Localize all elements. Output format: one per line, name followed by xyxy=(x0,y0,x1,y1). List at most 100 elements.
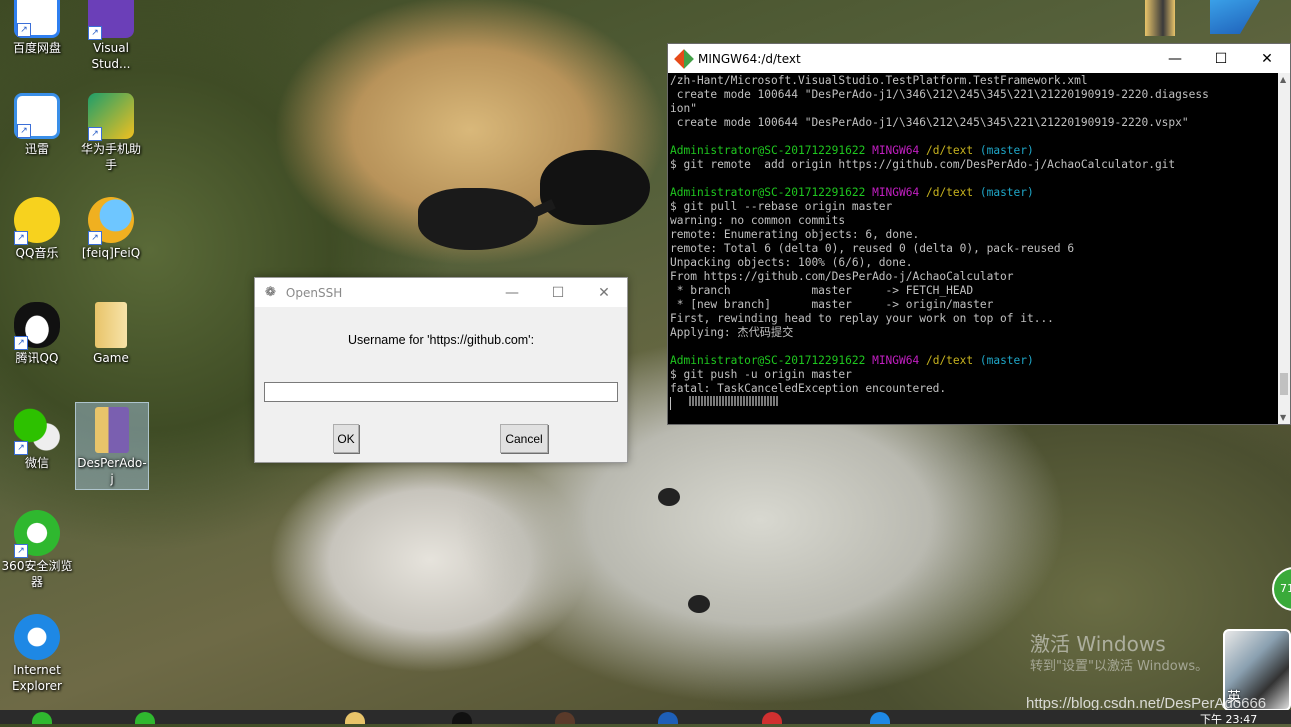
wallpaper-detail xyxy=(418,188,538,250)
terminal-line: $ git remote add origin https://github.c… xyxy=(670,158,1278,172)
scrollbar-thumb[interactable] xyxy=(1280,373,1288,395)
desktop-icon-game-folder[interactable]: Game xyxy=(75,302,147,366)
openssh-dialog[interactable]: ❁ OpenSSH — ☐ ✕ Username for 'https://gi… xyxy=(254,277,628,463)
terminal-text-segment: Unpacking objects: 100% (6/6), done. xyxy=(670,256,913,269)
close-button[interactable]: ✕ xyxy=(1244,44,1290,73)
folder-icon xyxy=(95,302,127,348)
desktop-icon-wechat[interactable]: ↗ 微信 xyxy=(1,407,73,471)
desktop-icon-visual-studio[interactable]: ↗ Visual Stud... xyxy=(75,0,147,72)
desktop-icon-xunlei[interactable]: ↗ 迅雷 xyxy=(1,93,73,157)
terminal-line: Administrator@SC-201712291622 MINGW64 /d… xyxy=(670,354,1278,368)
terminal-line: From https://github.com/DesPerAdo-j/Acha… xyxy=(670,270,1278,284)
desktop-icon-label: 百度网盘 xyxy=(12,41,61,55)
xunlei-icon: ↗ xyxy=(14,93,60,139)
desktop-icon-baidu-netdisk[interactable]: ↗ 百度网盘 xyxy=(1,0,73,56)
desktop-icon-360-browser[interactable]: ↗ 360安全浏览 器 xyxy=(1,510,73,590)
terminal-text-segment: $ git pull --rebase origin master xyxy=(670,200,893,213)
qq-music-icon: ↗ xyxy=(14,197,60,245)
dialog-title: OpenSSH xyxy=(285,285,343,300)
baidu-netdisk-icon: ↗ xyxy=(14,0,60,38)
wechat-icon: ↗ xyxy=(14,407,60,455)
360-browser-icon: ↗ xyxy=(14,510,60,558)
maximize-button[interactable]: ☐ xyxy=(535,278,581,307)
maximize-button[interactable]: ☐ xyxy=(1198,44,1244,73)
terminal-text-segment: create mode 100644 "DesPerAdo-j1/\346\21… xyxy=(670,116,1189,129)
terminal-cursor-line xyxy=(670,396,1278,410)
terminal-text-segment: MINGW64 xyxy=(872,144,926,157)
terminal-text-segment: $ git push -u origin master xyxy=(670,368,852,381)
folder-icon[interactable] xyxy=(1145,0,1175,36)
terminal-text-segment: fatal: TaskCanceledException encountered… xyxy=(670,382,947,395)
terminal-text-segment: (master) xyxy=(979,354,1034,367)
terminal-line: Applying: 杰代码提交 xyxy=(670,326,1278,340)
terminal-line: * branch master -> FETCH_HEAD xyxy=(670,284,1278,298)
terminal-text-segment: /d/text xyxy=(925,144,980,157)
desktop-icon-label: Visual Stud... xyxy=(91,41,131,71)
scroll-up-arrow-icon[interactable]: ▲ xyxy=(1280,75,1286,84)
username-input[interactable] xyxy=(264,382,618,402)
terminal-text-segment: From https://github.com/DesPerAdo-j/Acha… xyxy=(670,270,1014,283)
terminal-text-segment: warning: no common commits xyxy=(670,214,846,227)
wallpaper-detail xyxy=(688,595,710,613)
desktop-icon-qq[interactable]: ↗ 腾讯QQ xyxy=(1,302,73,366)
scroll-down-arrow-icon[interactable]: ▼ xyxy=(1280,413,1286,422)
vs-solution-icon xyxy=(95,407,129,453)
cancel-button[interactable]: Cancel xyxy=(500,424,548,453)
terminal-text-segment: * [new branch] master -> origin/master xyxy=(670,298,994,311)
terminal-window[interactable]: MINGW64:/d/text — ☐ ✕ /zh-Hant/Microsoft… xyxy=(667,43,1291,425)
desktop-icon-label: 华为手机助 手 xyxy=(80,142,141,172)
terminal-text-segment: (master) xyxy=(979,186,1034,199)
feather-icon: ❁ xyxy=(265,285,276,300)
terminal-line: Administrator@SC-201712291622 MINGW64 /d… xyxy=(670,144,1278,158)
close-button[interactable]: ✕ xyxy=(581,278,627,307)
desktop-icon-label: [feiq]FeiQ xyxy=(81,246,141,260)
terminal-text-segment: * branch master -> FETCH_HEAD xyxy=(670,284,974,297)
terminal-line: /zh-Hant/Microsoft.VisualStudio.TestPlat… xyxy=(670,74,1278,88)
activate-windows-hint: 转到"设置"以激活 Windows。 xyxy=(1030,659,1209,674)
taskbar-clock[interactable]: 下午 23:47 xyxy=(1200,711,1257,727)
terminal-line: First, rewinding head to replay your wor… xyxy=(670,312,1278,326)
dialog-titlebar[interactable]: ❁ OpenSSH — ☐ ✕ xyxy=(255,278,627,307)
terminal-text-segment: Administrator@SC-201712291622 xyxy=(670,354,873,367)
terminal-text-segment: MINGW64 xyxy=(872,354,926,367)
terminal-line: fatal: TaskCanceledException encountered… xyxy=(670,382,1278,396)
minimize-button[interactable]: — xyxy=(1152,44,1198,73)
username-prompt: Username for 'https://github.com': xyxy=(347,333,535,347)
speed-ball-badge[interactable]: 71 xyxy=(1272,567,1291,611)
desktop-icon-desperado-solution[interactable]: DesPerAdo- j xyxy=(75,402,149,490)
desktop-icon-internet-explorer[interactable]: Internet Explorer xyxy=(1,614,73,694)
terminal-text-segment: Applying: 杰代码提交 xyxy=(670,326,794,339)
terminal-titlebar[interactable]: MINGW64:/d/text — ☐ ✕ xyxy=(668,44,1290,73)
app-shortcut-icon[interactable] xyxy=(1210,0,1260,34)
terminal-text-segment: Administrator@SC-201712291622 xyxy=(670,144,873,157)
terminal-text-segment: remote: Enumerating objects: 6, done. xyxy=(670,228,920,241)
desktop-icon-huawei-assistant[interactable]: ↗ 华为手机助 手 xyxy=(75,93,147,173)
wallpaper-detail xyxy=(540,150,650,225)
desktop-icon-label: Internet Explorer xyxy=(12,663,62,693)
terminal-text-segment: create mode 100644 "DesPerAdo-j1/\346\21… xyxy=(670,88,1209,101)
feiq-icon: ↗ xyxy=(88,197,134,245)
desktop-icon-qq-music[interactable]: ↗ QQ音乐 xyxy=(1,197,73,261)
terminal-output[interactable]: /zh-Hant/Microsoft.VisualStudio.TestPlat… xyxy=(668,73,1278,424)
ok-button[interactable]: OK xyxy=(333,424,359,453)
terminal-line: warning: no common commits xyxy=(670,214,1278,228)
terminal-line: Unpacking objects: 100% (6/6), done. xyxy=(670,256,1278,270)
text-cursor xyxy=(670,396,671,410)
terminal-text-segment: ion" xyxy=(670,102,697,115)
terminal-text-segment: $ git remote add origin https://github.c… xyxy=(670,158,1176,171)
terminal-line: $ git push -u origin master xyxy=(670,368,1278,382)
huawei-assistant-icon: ↗ xyxy=(88,93,134,141)
terminal-line: remote: Total 6 (delta 0), reused 0 (del… xyxy=(670,242,1278,256)
minimize-button[interactable]: — xyxy=(489,278,535,307)
terminal-title: MINGW64:/d/text xyxy=(698,51,801,66)
desktop-icon-feiq[interactable]: ↗ [feiq]FeiQ xyxy=(75,197,147,261)
desktop-icon-label: 迅雷 xyxy=(24,142,49,156)
desktop-icon-label: Game xyxy=(93,351,129,365)
terminal-scrollbar[interactable]: ▲ ▼ xyxy=(1278,73,1290,424)
terminal-text-segment: remote: Total 6 (delta 0), reused 0 (del… xyxy=(670,242,1075,255)
terminal-text-segment: /d/text xyxy=(925,354,980,367)
desktop-icon-label: 腾讯QQ xyxy=(15,351,59,365)
desktop-icon-label: 360安全浏览 器 xyxy=(1,559,73,589)
